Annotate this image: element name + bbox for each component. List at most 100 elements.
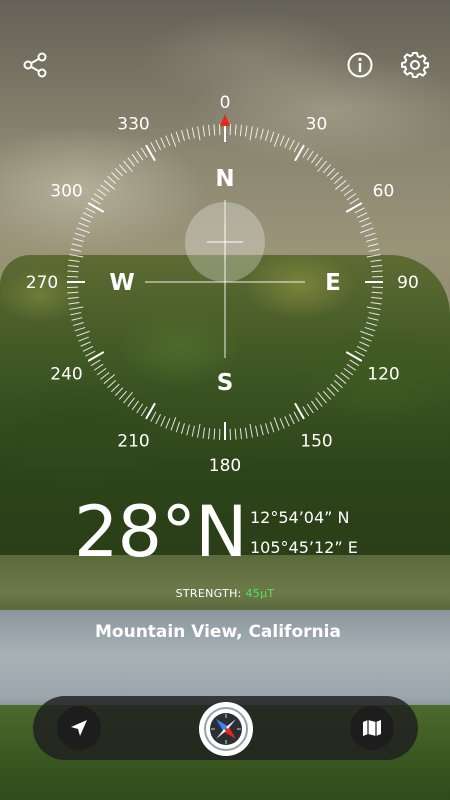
compass-tick	[71, 317, 83, 321]
compass-tick	[330, 383, 340, 393]
compass-tick	[239, 124, 243, 136]
compass-tick	[70, 312, 82, 316]
compass-tick	[359, 217, 370, 223]
heading-readout: 28°N	[74, 491, 247, 573]
compass-tick	[356, 212, 368, 219]
compass-tick	[136, 403, 144, 414]
compass-tick	[340, 184, 350, 192]
compass-tick	[127, 157, 135, 167]
compass-tick	[175, 131, 181, 143]
compass-tick	[315, 397, 323, 407]
compass-tick	[244, 427, 248, 439]
compass-tick	[191, 127, 195, 139]
compass-tick	[333, 379, 343, 389]
compass-tick	[127, 397, 135, 407]
compass-tick	[67, 270, 79, 273]
compass-tick	[361, 222, 372, 228]
share-button[interactable]	[18, 48, 52, 82]
compass-icon	[204, 707, 248, 751]
compass-tick	[343, 367, 354, 376]
compass-tick	[100, 184, 110, 192]
compass-tick	[80, 341, 91, 347]
settings-button[interactable]	[398, 48, 432, 82]
compass-tick	[302, 406, 310, 417]
compass-tick	[364, 232, 376, 238]
compass-tick	[356, 345, 368, 352]
compass-tick	[82, 212, 94, 219]
degree-label: 270	[26, 273, 58, 293]
strength-label: STRENGTH:	[175, 587, 242, 600]
compass-tick	[90, 359, 101, 367]
compass-tick	[69, 254, 84, 258]
compass-tick	[107, 379, 117, 389]
compass-tick	[310, 400, 319, 411]
compass-tick	[74, 326, 86, 332]
degree-label: 0	[220, 93, 231, 113]
compass-tick	[293, 142, 300, 153]
compass-tick	[368, 248, 380, 252]
compass-tick	[186, 424, 190, 436]
compass-tick	[340, 372, 350, 380]
compass-tick	[279, 135, 285, 146]
compass-tick	[78, 222, 89, 228]
compass-tick	[140, 147, 148, 158]
compass-tick	[155, 413, 162, 425]
compass-tick	[76, 330, 90, 337]
cardinal-east: E	[325, 270, 341, 296]
compass-tick	[131, 153, 140, 164]
cardinal-north: N	[215, 166, 234, 192]
compass-tick	[107, 175, 117, 185]
compass-tick	[85, 350, 96, 357]
compass-tick	[366, 322, 378, 327]
compass-tick	[255, 127, 259, 139]
compass-tick	[370, 259, 382, 263]
cardinal-south: S	[217, 370, 234, 396]
compass-tick	[370, 301, 382, 305]
compass-tick	[150, 142, 157, 153]
degree-label: 240	[50, 365, 82, 385]
compass-tick	[197, 423, 201, 438]
compass-tick	[273, 133, 280, 147]
compass-tick	[131, 400, 140, 411]
compass-tick	[366, 237, 378, 242]
compass-tick	[100, 372, 110, 380]
compass-tick	[367, 243, 379, 247]
compass-tick	[364, 326, 376, 332]
compass-tick	[249, 126, 253, 141]
longitude-readout: 105°45’12” E	[250, 538, 358, 557]
navigation-arrow-icon	[71, 720, 87, 736]
map-button[interactable]	[350, 706, 394, 750]
compass-tick	[70, 248, 82, 252]
compass-tick	[249, 423, 253, 438]
compass-tick	[288, 139, 295, 151]
compass-tick	[234, 124, 237, 136]
compass-tick	[68, 259, 80, 263]
compass-tick	[136, 150, 144, 161]
compass-tick	[234, 428, 237, 440]
compass-tick	[180, 423, 185, 435]
compass-dial: 0 30 60 90 120 150 180 210 240 270 300 330 N E S W	[26, 93, 419, 476]
compass-tick	[170, 133, 177, 147]
compass-tick	[322, 164, 332, 174]
compass-tick	[110, 383, 120, 393]
compass-tick	[96, 188, 107, 197]
compass-tick	[118, 390, 128, 400]
compass-tick	[360, 227, 374, 234]
compass-tick	[213, 428, 216, 440]
compass-tick	[202, 427, 206, 439]
compass-tick	[273, 417, 280, 431]
degree-label: 90	[397, 273, 419, 293]
north-marker-icon	[220, 114, 230, 126]
compass-tick	[260, 424, 264, 436]
compass-tick	[368, 312, 380, 316]
navigate-button[interactable]	[57, 706, 101, 750]
compass-tick	[186, 128, 190, 140]
compass-button[interactable]	[199, 702, 253, 756]
compass-tick	[110, 171, 120, 181]
info-button[interactable]	[343, 48, 377, 82]
compass-tick	[326, 387, 336, 397]
compass-tick	[269, 131, 275, 143]
strength-value: 45µT	[245, 587, 275, 600]
share-icon	[23, 52, 47, 78]
compass-tick	[269, 421, 275, 433]
